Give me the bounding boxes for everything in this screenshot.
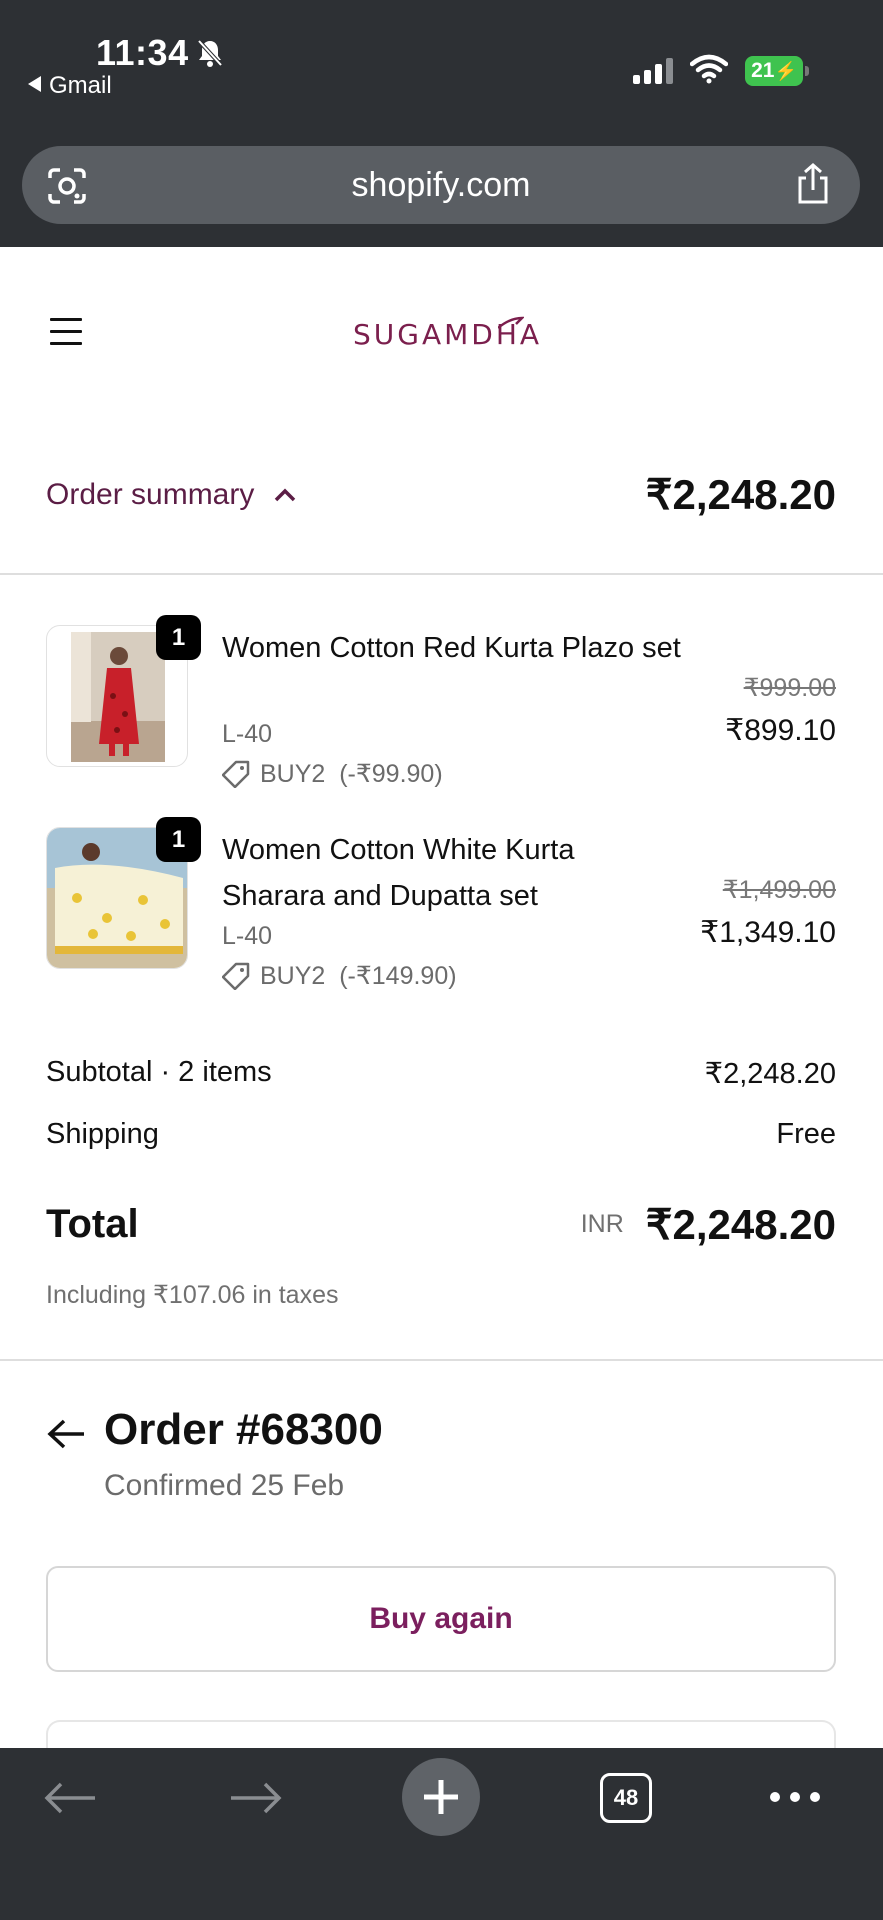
arrow-right-icon — [231, 1782, 282, 1814]
plus-icon — [424, 1780, 458, 1814]
dot — [810, 1792, 820, 1802]
order-summary-toggle[interactable]: Order summary — [46, 478, 296, 512]
total-label: Total — [46, 1202, 139, 1246]
battery-level: 21 — [751, 59, 775, 82]
menu-icon[interactable] — [50, 318, 82, 354]
shipping-value: Free — [776, 1118, 836, 1150]
arrow-left-icon — [44, 1782, 95, 1814]
url-text: shopify.com — [351, 165, 531, 204]
line-item: 1 Women Cotton Red Kurta Plazo set L-40 … — [46, 615, 836, 795]
order-number: Order #68300 — [104, 1405, 383, 1454]
taxes-note: Including ₹107.06 in taxes — [46, 1281, 339, 1309]
browser-top-chrome: 11:34 Gmail 21 ⚡ shopify.com — [0, 0, 883, 247]
original-price: ₹1,499.00 — [722, 876, 836, 904]
subtotal-row: Subtotal · 2 items ₹2,248.20 — [46, 1056, 836, 1091]
shipping-row: Shipping Free — [46, 1118, 836, 1151]
divider — [0, 1359, 883, 1361]
subtotal-value: ₹2,248.20 — [704, 1058, 836, 1090]
divider — [0, 573, 883, 575]
order-summary-header: Order summary ₹2,248.20 — [46, 470, 836, 519]
original-price: ₹999.00 — [743, 674, 836, 702]
logo-accent-icon — [498, 316, 524, 329]
quantity-badge: 1 — [156, 817, 201, 862]
forward-button[interactable] — [226, 1748, 286, 1848]
back-arrow-icon — [28, 76, 41, 92]
back-to-app-link[interactable]: Gmail — [28, 72, 112, 100]
product-variant: L-40 — [222, 922, 273, 950]
chevron-up-icon — [275, 488, 296, 501]
buy-again-button[interactable]: Buy again — [46, 1566, 836, 1672]
discount-code: BUY2 (-₹149.90) — [260, 962, 457, 990]
discount-tag: BUY2 (-₹149.90) — [222, 961, 457, 991]
product-variant: L-40 — [222, 720, 273, 748]
quantity-badge: 1 — [156, 615, 201, 660]
currency-code: INR — [580, 1210, 624, 1238]
tag-icon — [222, 962, 250, 990]
cellular-signal-icon — [633, 58, 675, 89]
order-header: Order #68300 Confirmed 25 Feb — [46, 1405, 383, 1503]
address-bar[interactable]: shopify.com — [22, 146, 860, 224]
google-lens-icon[interactable] — [46, 166, 88, 211]
line-item: 1 Women Cotton White Kurta Sharara and D… — [46, 817, 836, 997]
battery-icon: 21 ⚡ — [745, 56, 809, 86]
order-summary-label: Order summary — [46, 477, 255, 511]
back-app-label: Gmail — [49, 72, 112, 99]
shipping-label: Shipping — [46, 1118, 159, 1150]
dot — [790, 1792, 800, 1802]
back-arrow-icon[interactable] — [46, 1417, 86, 1451]
total-row: Total INR ₹2,248.20 — [46, 1200, 836, 1249]
subtotal-label: Subtotal · 2 items — [46, 1056, 272, 1088]
discount-tag: BUY2 (-₹99.90) — [222, 759, 443, 789]
share-icon[interactable] — [794, 162, 832, 211]
back-button[interactable] — [40, 1748, 100, 1848]
discount-code: BUY2 (-₹99.90) — [260, 760, 443, 788]
browser-toolbar: 48 — [0, 1748, 883, 1920]
more-menu-button[interactable] — [770, 1792, 820, 1802]
discounted-price: ₹899.10 — [725, 714, 836, 747]
discounted-price: ₹1,349.10 — [700, 916, 836, 949]
wifi-icon — [689, 54, 729, 89]
order-summary-total: ₹2,248.20 — [645, 471, 836, 518]
bell-muted-icon — [196, 38, 224, 73]
tag-icon — [222, 760, 250, 788]
tab-switcher-button[interactable]: 48 — [600, 1773, 652, 1823]
status-time: 11:34 — [96, 32, 189, 73]
product-name: Women Cotton White Kurta Sharara and Dup… — [222, 834, 575, 912]
new-tab-button[interactable] — [402, 1758, 480, 1836]
dot — [770, 1792, 780, 1802]
product-name: Women Cotton Red Kurta Plazo set — [222, 632, 681, 664]
order-status: Confirmed 25 Feb — [104, 1469, 345, 1502]
grand-total: ₹2,248.20 — [645, 1201, 836, 1248]
